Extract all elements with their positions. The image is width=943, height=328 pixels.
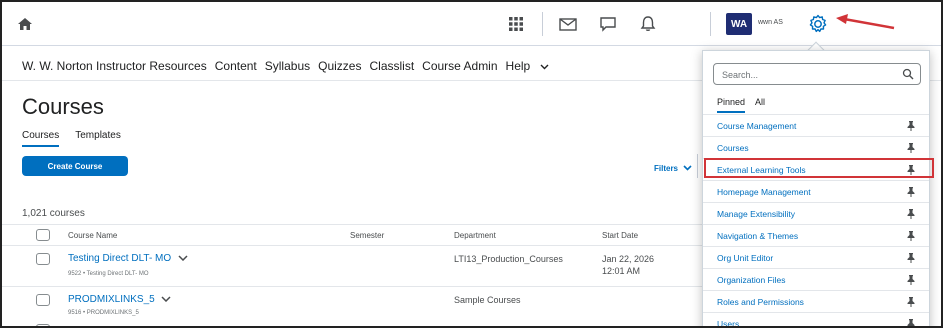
nav-org-name[interactable]: W. W. Norton Instructor Resources bbox=[22, 59, 207, 73]
filters-button[interactable]: Filters bbox=[654, 164, 692, 173]
select-all-checkbox[interactable] bbox=[36, 229, 50, 241]
admin-item-label: Manage Extensibility bbox=[717, 209, 795, 219]
admin-search-placeholder: Search... bbox=[722, 70, 759, 80]
course-name-link[interactable]: PRODMIXLINKS_5 bbox=[68, 294, 172, 305]
chat-icon[interactable] bbox=[598, 14, 618, 34]
pin-icon[interactable] bbox=[907, 209, 915, 219]
nav-classlist[interactable]: Classlist bbox=[369, 59, 414, 73]
annotation-highlight-box bbox=[704, 158, 934, 178]
table-row: Testing Direct DLT- MO 9522 • Testing Di… bbox=[2, 247, 702, 287]
topbar-divider bbox=[710, 12, 711, 36]
course-code: 9516 • PRODMIXLINKS_5 bbox=[68, 310, 139, 316]
admin-tools-menu: Search... Pinned All Course Management C… bbox=[702, 50, 930, 328]
chevron-down-icon bbox=[683, 165, 692, 171]
avatar[interactable]: WA bbox=[726, 13, 752, 35]
apps-grid-icon[interactable] bbox=[506, 14, 526, 34]
email-icon[interactable] bbox=[558, 14, 578, 34]
pin-icon[interactable] bbox=[907, 275, 915, 285]
chevron-down-icon[interactable] bbox=[161, 296, 172, 303]
tab-templates[interactable]: Templates bbox=[75, 130, 121, 141]
admin-item-homepage-management[interactable]: Homepage Management bbox=[703, 181, 929, 203]
pin-icon[interactable] bbox=[907, 231, 915, 241]
course-name-text: PRODMIXLINKS_5 bbox=[68, 294, 155, 305]
admin-item-course-management[interactable]: Course Management bbox=[703, 115, 929, 137]
course-code: 9522 • Testing Direct DLT- MO bbox=[68, 271, 149, 277]
column-header-course-name[interactable]: Course Name bbox=[68, 231, 117, 240]
admin-menu-tabs: Pinned All bbox=[717, 97, 765, 113]
tab-courses[interactable]: Courses bbox=[22, 130, 60, 147]
chevron-down-icon[interactable] bbox=[178, 255, 188, 262]
nav-course-admin[interactable]: Course Admin bbox=[422, 59, 497, 73]
course-count: 1,021 courses bbox=[22, 208, 85, 219]
column-header-start-date[interactable]: Start Date bbox=[602, 231, 638, 240]
admin-item-manage-extensibility[interactable]: Manage Extensibility bbox=[703, 203, 929, 225]
row-checkbox[interactable] bbox=[36, 324, 50, 326]
table-header: Course Name Semester Department Start Da… bbox=[2, 224, 702, 246]
tab-pinned[interactable]: Pinned bbox=[717, 97, 746, 113]
nav-help-label: Help bbox=[505, 59, 531, 73]
admin-item-label: Navigation & Themes bbox=[717, 231, 799, 241]
nav-syllabus[interactable]: Syllabus bbox=[265, 59, 310, 73]
admin-item-label: Org Unit Editor bbox=[717, 253, 774, 263]
column-header-semester[interactable]: Semester bbox=[350, 231, 384, 240]
pin-icon[interactable] bbox=[907, 297, 915, 307]
course-name-text: Testing Direct DLT- MO bbox=[68, 253, 172, 264]
admin-item-navigation-themes[interactable]: Navigation & Themes bbox=[703, 225, 929, 247]
course-name-link[interactable]: Testing Direct DLT- MO bbox=[68, 253, 188, 264]
pin-icon[interactable] bbox=[907, 187, 915, 197]
pin-icon[interactable] bbox=[907, 253, 915, 263]
admin-item-label: Organization Files bbox=[717, 275, 786, 285]
tab-all[interactable]: All bbox=[755, 97, 765, 107]
row-checkbox[interactable] bbox=[36, 253, 50, 265]
admin-search-input[interactable]: Search... bbox=[713, 63, 921, 85]
topbar-divider bbox=[542, 12, 543, 36]
column-header-department[interactable]: Department bbox=[454, 231, 496, 240]
nav-help[interactable]: Help bbox=[506, 59, 550, 73]
admin-item-label: Users bbox=[717, 319, 740, 328]
page-tabs: Courses Templates bbox=[22, 130, 121, 147]
row-checkbox[interactable] bbox=[36, 294, 50, 306]
chevron-down-icon bbox=[540, 64, 549, 70]
create-course-button[interactable]: Create Course bbox=[22, 156, 128, 176]
notification-bell-icon[interactable] bbox=[638, 14, 658, 34]
nav-items: W. W. Norton Instructor Resources Conten… bbox=[22, 59, 557, 73]
admin-item-organization-files[interactable]: Organization Files bbox=[703, 269, 929, 291]
course-start-date: Jan 22, 2026 bbox=[602, 254, 655, 264]
admin-item-label: Course Management bbox=[717, 121, 797, 131]
nav-content[interactable]: Content bbox=[215, 59, 257, 73]
admin-item-courses[interactable]: Courses bbox=[703, 137, 929, 159]
admin-item-users[interactable]: Users bbox=[703, 313, 929, 328]
admin-item-label: Homepage Management bbox=[717, 187, 811, 197]
admin-item-org-unit-editor[interactable]: Org Unit Editor bbox=[703, 247, 929, 269]
table-row: PRODMIXLINKS_5 9516 • PRODMIXLINKS_5 Sam… bbox=[2, 288, 702, 326]
top-bar: WA wwn AS bbox=[2, 2, 941, 46]
course-department: LTI13_Production_Courses bbox=[454, 254, 563, 264]
course-start-time: 12:01 AM bbox=[602, 266, 641, 276]
pin-icon[interactable] bbox=[907, 121, 915, 131]
pin-icon[interactable] bbox=[907, 319, 915, 328]
annotation-arrow-icon bbox=[836, 14, 895, 30]
pin-icon[interactable] bbox=[907, 143, 915, 153]
nav-quizzes[interactable]: Quizzes bbox=[318, 59, 361, 73]
search-icon[interactable] bbox=[902, 68, 914, 80]
course-department: Sample Courses bbox=[454, 295, 521, 305]
page-title: Courses bbox=[22, 94, 104, 119]
home-icon[interactable] bbox=[16, 15, 34, 33]
admin-item-roles-permissions[interactable]: Roles and Permissions bbox=[703, 291, 929, 313]
filters-divider bbox=[697, 154, 698, 178]
filters-label: Filters bbox=[654, 164, 679, 173]
admin-item-label: Courses bbox=[717, 143, 749, 153]
gear-icon[interactable] bbox=[807, 13, 829, 35]
screenshot-frame: WA wwn AS W. W. Norton Instructor Resour… bbox=[0, 0, 943, 328]
admin-item-label: Roles and Permissions bbox=[717, 297, 804, 307]
username[interactable]: wwn AS bbox=[758, 19, 783, 26]
